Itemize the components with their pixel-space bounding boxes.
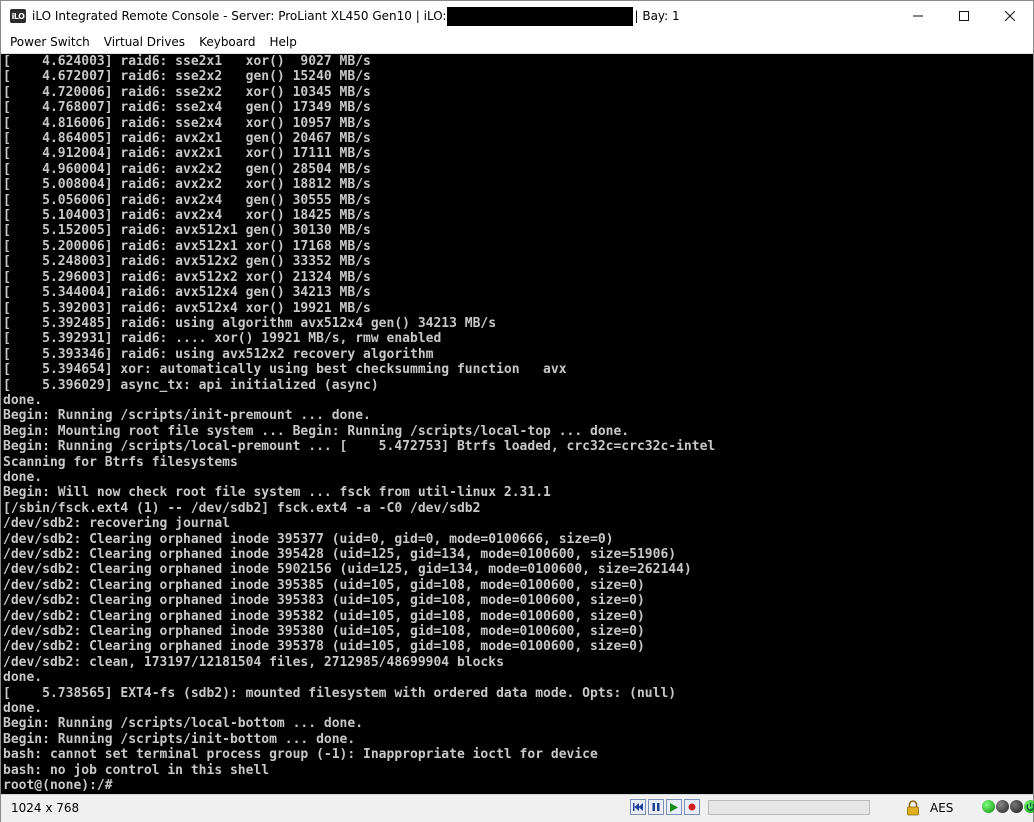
title-bar[interactable]: iLO iLO Integrated Remote Console - Serv…	[1, 1, 1033, 31]
console-line: [ 5.104003] raid6: avx2x4 xor() 18425 MB…	[3, 208, 371, 224]
menu-bar: Power Switch Virtual Drives Keyboard Hel…	[1, 31, 1033, 54]
window-title-prefix: iLO Integrated Remote Console - Server: …	[32, 9, 447, 23]
disk-activity-icon	[996, 800, 1009, 813]
console-line: [ 4.816006] raid6: sse2x4 xor() 10957 MB…	[3, 115, 371, 131]
console-line: [/sbin/fsck.ext4 (1) -- /dev/sdb2] fsck.…	[3, 500, 481, 516]
console-line: bash: cannot set terminal process group …	[3, 747, 598, 763]
menu-virtual-drives[interactable]: Virtual Drives	[97, 31, 192, 53]
window-title-suffix: | Bay: 1	[634, 9, 680, 23]
playback-progress-bar[interactable]	[708, 800, 870, 815]
console-line: /dev/sdb2: recovering journal	[3, 516, 230, 532]
pause-icon[interactable]	[648, 799, 664, 815]
console-line: bash: no job control in this shell	[3, 762, 270, 778]
console-line: done.	[3, 469, 43, 485]
console-line: Begin: Running /scripts/init-bottom ... …	[3, 731, 356, 747]
console-line: [ 5.296003] raid6: avx512x2 xor() 21324 …	[3, 269, 371, 285]
playback-controls	[630, 799, 700, 815]
console-line: [ 4.960004] raid6: avx2x2 gen() 28504 MB…	[3, 161, 371, 177]
console-output: [ 4.624003] raid6: sse2x1 xor() 9027 MB/…	[1, 54, 1033, 794]
console-line: [ 5.056006] raid6: avx2x4 gen() 30555 MB…	[3, 192, 371, 208]
close-icon	[1005, 11, 1015, 21]
console-line: [ 5.392003] raid6: avx512x4 xor() 19921 …	[3, 300, 371, 316]
console-line: Scanning for Btrfs filesystems	[3, 454, 238, 470]
console-line: /dev/sdb2: Clearing orphaned inode 39537…	[3, 639, 645, 655]
console-line: Begin: Running /scripts/init-premount ..…	[3, 408, 371, 424]
console-line: /dev/sdb2: clean, 173197/12181504 files,…	[3, 654, 504, 670]
power-status-icon[interactable]	[1024, 800, 1034, 813]
console-line: /dev/sdb2: Clearing orphaned inode 39538…	[3, 577, 645, 593]
console-line: [ 5.394654] xor: automatically using bes…	[3, 362, 567, 378]
menu-power-switch[interactable]: Power Switch	[1, 31, 97, 53]
minimize-button[interactable]	[895, 1, 941, 31]
console-line: [ 4.624003] raid6: sse2x1 xor() 9027 MB/…	[3, 54, 371, 69]
menu-keyboard[interactable]: Keyboard	[192, 31, 262, 53]
encryption-label: AES	[930, 801, 954, 815]
console-line: [ 4.768007] raid6: sse2x4 gen() 17349 MB…	[3, 100, 371, 116]
console-line: [ 5.008004] raid6: avx2x2 xor() 18812 MB…	[3, 177, 371, 193]
console-line: [ 5.738565] EXT4-fs (sdb2): mounted file…	[3, 685, 677, 701]
console-line: [ 4.912004] raid6: avx2x1 xor() 17111 MB…	[3, 146, 371, 162]
close-button[interactable]	[987, 1, 1033, 31]
console-line: Begin: Running /scripts/local-premount .…	[3, 439, 716, 455]
remote-console-screen[interactable]: [ 4.624003] raid6: sse2x1 xor() 9027 MB/…	[1, 54, 1033, 794]
skip-back-icon[interactable]	[630, 799, 646, 815]
console-line: [ 5.396029] async_tx: api initialized (a…	[3, 377, 379, 393]
ilo-app-icon: iLO	[10, 9, 26, 23]
connection-status-icon	[982, 800, 995, 813]
console-line: /dev/sdb2: Clearing orphaned inode 39538…	[3, 608, 645, 624]
console-line: [ 4.672007] raid6: sse2x2 gen() 15240 MB…	[3, 69, 371, 85]
console-line: root@(none):/#	[3, 778, 113, 794]
console-line: /dev/sdb2: Clearing orphaned inode 39538…	[3, 593, 645, 609]
maximize-button[interactable]	[941, 1, 987, 31]
console-line: done.	[3, 392, 43, 408]
record-icon[interactable]	[684, 799, 700, 815]
console-line: Begin: Will now check root file system .…	[3, 485, 551, 501]
window-controls	[895, 1, 1033, 31]
ilo-remote-console-window: iLO iLO Integrated Remote Console - Serv…	[0, 0, 1034, 822]
console-line: done.	[3, 670, 43, 686]
console-line: [ 5.392485] raid6: using algorithm avx51…	[3, 315, 497, 331]
play-icon[interactable]	[666, 799, 682, 815]
window-title: iLO Integrated Remote Console - Server: …	[32, 6, 680, 26]
console-line: /dev/sdb2: Clearing orphaned inode 39542…	[3, 547, 677, 562]
console-line: [ 5.392931] raid6: .... xor() 19921 MB/s…	[3, 331, 442, 347]
console-line: [ 4.720006] raid6: sse2x2 xor() 10345 MB…	[3, 84, 371, 100]
status-bar: 1024 x 768 AES	[1, 794, 1034, 822]
menu-help[interactable]: Help	[262, 31, 303, 53]
virtual-media-icon	[1010, 800, 1023, 813]
console-line: Begin: Mounting root file system ... Beg…	[3, 423, 630, 439]
console-line: [ 5.152005] raid6: avx512x1 gen() 30130 …	[3, 223, 371, 239]
redacted-ilo-address	[447, 6, 634, 26]
console-line: /dev/sdb2: Clearing orphaned inode 39537…	[3, 531, 614, 547]
console-line: [ 5.200006] raid6: avx512x1 xor() 17168 …	[3, 238, 371, 254]
console-line: /dev/sdb2: Clearing orphaned inode 39538…	[3, 624, 645, 640]
console-line: [ 4.864005] raid6: avx2x1 gen() 20467 MB…	[3, 131, 371, 147]
status-indicators	[982, 800, 1034, 813]
console-line: /dev/sdb2: Clearing orphaned inode 59021…	[3, 562, 692, 578]
console-line: [ 5.393346] raid6: using avx512x2 recove…	[3, 346, 434, 362]
console-line: [ 5.344004] raid6: avx512x4 gen() 34213 …	[3, 285, 371, 301]
minimize-icon	[913, 15, 923, 17]
resolution-label: 1024 x 768	[11, 801, 80, 815]
console-line: [ 5.248003] raid6: avx512x2 gen() 33352 …	[3, 254, 371, 270]
console-line: Begin: Running /scripts/local-bottom ...…	[3, 716, 364, 732]
console-line: done.	[3, 701, 43, 717]
lock-icon	[907, 800, 919, 816]
maximize-icon	[959, 11, 969, 21]
